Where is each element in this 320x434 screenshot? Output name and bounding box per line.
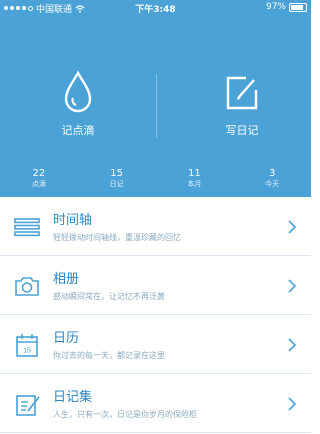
record-moment-button[interactable]: 记点滴 [18, 70, 138, 138]
battery-icon [289, 2, 307, 12]
stat-label: 点滴 [31, 180, 46, 188]
stat-value: 15 [110, 168, 123, 179]
menu-item-calendar[interactable]: 15 日历 你过去的每一天，都记录在这里 [0, 315, 311, 374]
stat-label: 今天 [265, 180, 280, 188]
stat-this-month[interactable]: 11 本月 [159, 168, 229, 189]
calendar-icon: 15 [16, 334, 38, 357]
header-divider [156, 74, 157, 138]
menu-item-timeline[interactable]: 时间轴 轻轻拨动时间轴线，重温珍藏的回忆 [0, 197, 311, 256]
stat-diaries[interactable]: 15 日记 [82, 168, 152, 189]
status-right: 97% [266, 2, 307, 12]
edit-square-icon [226, 76, 258, 110]
stat-label: 日记 [109, 180, 124, 188]
status-bar: 中国联通 下午3:48 97% [0, 0, 311, 16]
stat-value: 3 [268, 168, 276, 179]
menu-item-title: 时间轴 [53, 213, 93, 228]
chevron-right-icon [288, 279, 297, 293]
header-panel: 中国联通 下午3:48 97% 记点滴 写日记 22 点滴 15 日记 11 本… [0, 0, 311, 197]
stat-value: 22 [32, 168, 46, 179]
calendar-icon-day: 15 [23, 348, 31, 355]
timeline-icon [14, 218, 40, 237]
menu-item-album[interactable]: 相册 感动瞬间常在，让记忆不再泛黄 [0, 256, 311, 315]
chevron-right-icon [288, 220, 297, 234]
stat-moments[interactable]: 22 点滴 [4, 168, 74, 189]
menu-item-subtitle: 人生，只有一次，日记是你岁月的保险柜 [53, 410, 197, 419]
write-diary-label: 写日记 [225, 124, 259, 137]
menu-item-subtitle: 感动瞬间常在，让记忆不再泛黄 [53, 292, 165, 301]
menu-item-subtitle: 轻轻拨动时间轴线，重温珍藏的回忆 [53, 233, 181, 242]
stat-today[interactable]: 3 今天 [237, 168, 307, 189]
menu-item-title: 日记集 [53, 390, 93, 405]
battery-percent: 97% [265, 2, 286, 12]
menu-item-subtitle: 你过去的每一天，都记录在这里 [53, 351, 165, 360]
menu-item-diary-collection[interactable]: 日记集 人生，只有一次，日记是你岁月的保险柜 [0, 374, 311, 433]
app-screen: 中国联通 下午3:48 97% 记点滴 写日记 22 点滴 15 日记 11 本… [0, 0, 311, 434]
status-time: 下午3:48 [135, 5, 176, 15]
menu-list: 时间轴 轻轻拨动时间轴线，重温珍藏的回忆 相册 感动瞬间常在，让记忆不再泛黄 1… [0, 197, 311, 433]
write-diary-button[interactable]: 写日记 [182, 70, 302, 138]
camera-icon [15, 277, 39, 296]
water-drop-icon [64, 70, 92, 113]
stat-label: 本月 [187, 180, 202, 188]
menu-item-title: 日历 [53, 331, 80, 346]
menu-item-title: 相册 [53, 272, 80, 287]
stat-value: 11 [188, 168, 201, 179]
chevron-right-icon [288, 338, 297, 352]
record-moment-label: 记点滴 [61, 124, 95, 137]
chevron-right-icon [288, 397, 297, 411]
stats-row: 22 点滴 15 日记 11 本月 3 今天 [0, 168, 311, 189]
notebook-icon [16, 395, 40, 416]
